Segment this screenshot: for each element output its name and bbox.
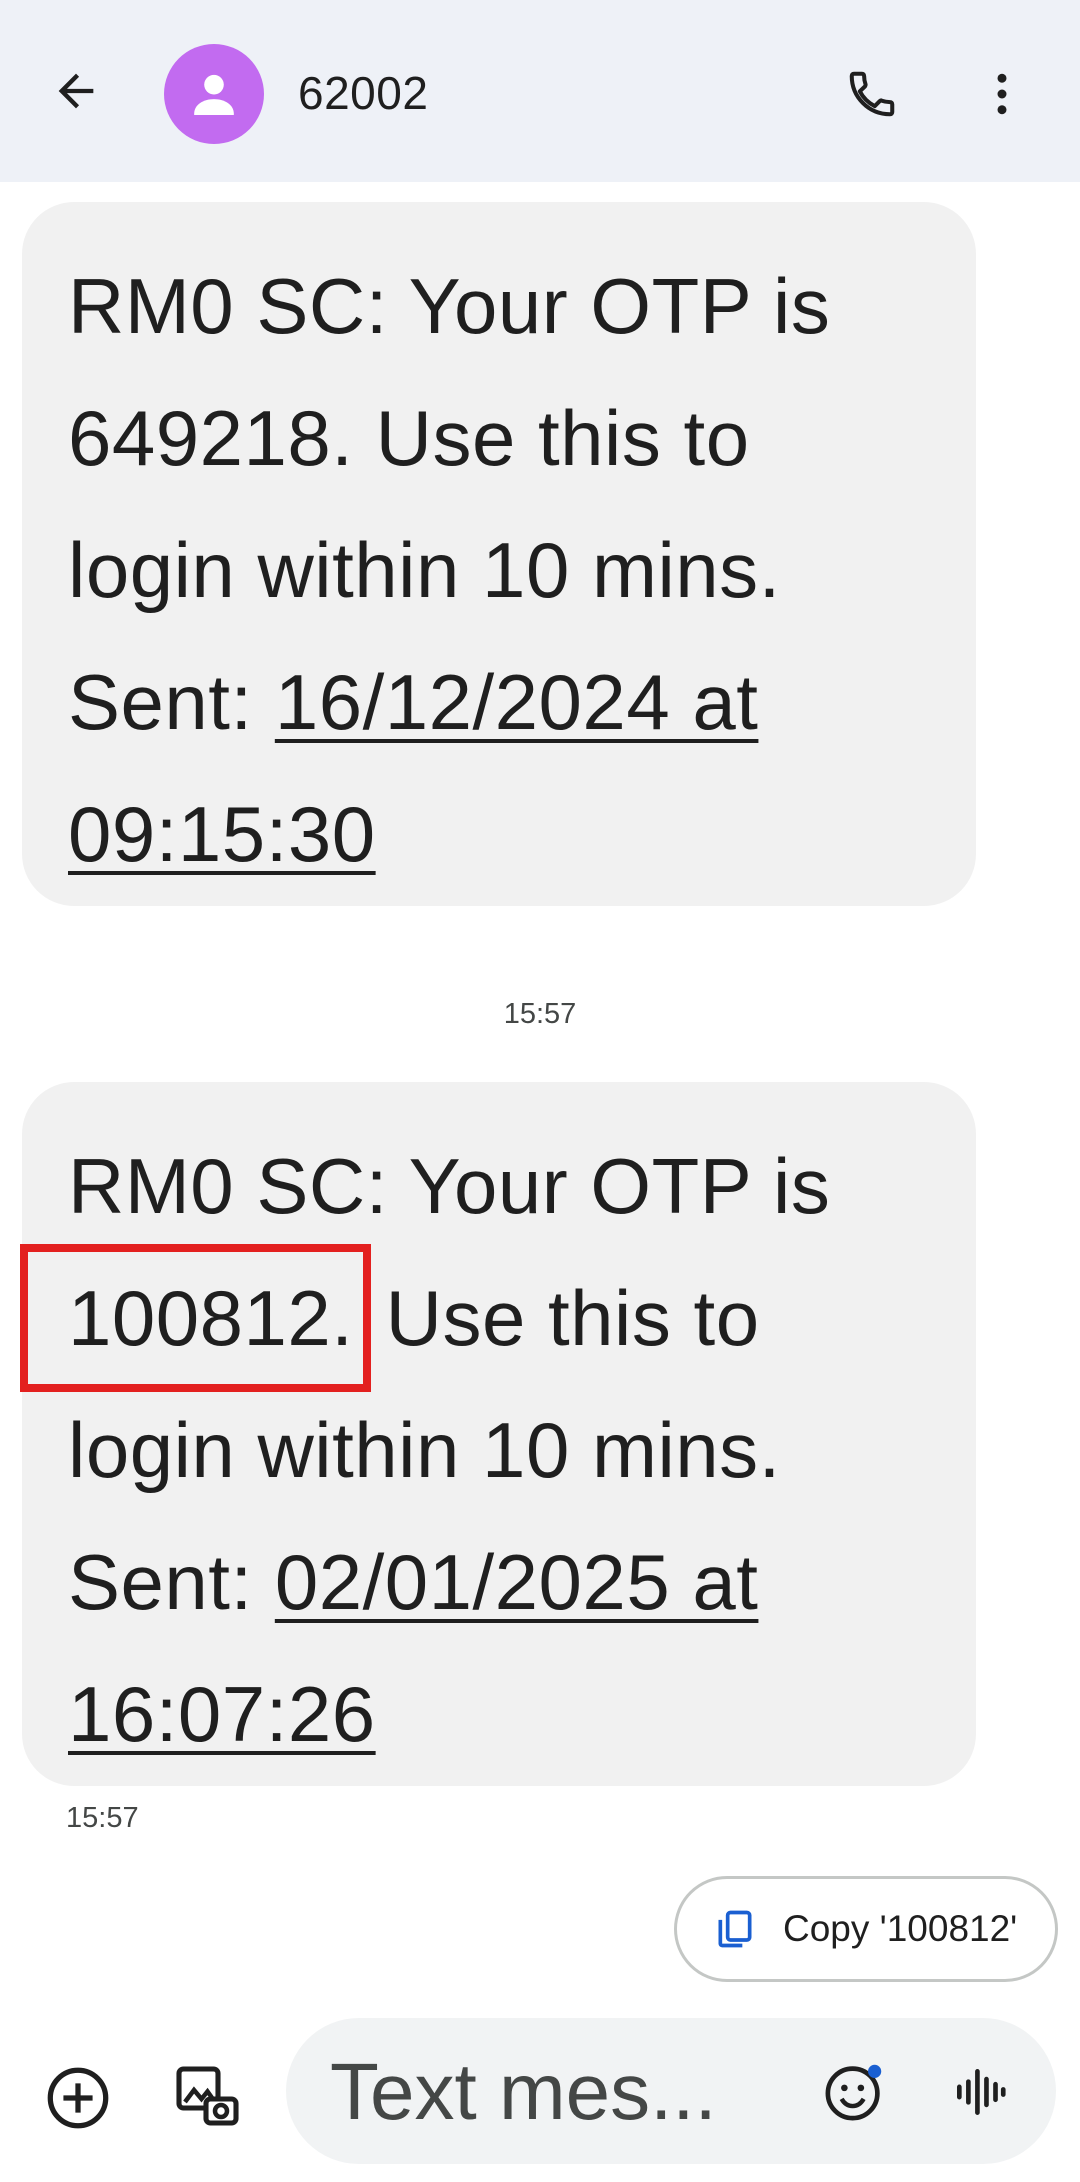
- message-text: RM0 SC: Your OTP is 649218. Use this to …: [68, 240, 932, 900]
- compose-bar: [286, 2018, 1056, 2164]
- copy-otp-chip[interactable]: Copy '100812': [674, 1876, 1058, 1982]
- copy-icon: [718, 1910, 752, 1948]
- person-icon: [194, 74, 234, 115]
- phone-icon: [849, 71, 895, 117]
- message-line: 09:15:30: [68, 768, 932, 900]
- message-line: RM0 SC: Your OTP is: [68, 1142, 831, 1230]
- message-timestamp: 15:57: [66, 1802, 139, 1834]
- message-fragment: Use this to: [353, 394, 750, 482]
- sent-date-link[interactable]: 16/12/2024 at: [275, 658, 759, 746]
- add-circle-icon: [47, 2067, 109, 2129]
- message-line: RM0 SC: Your OTP is: [68, 262, 831, 350]
- more-vertical-icon: [997, 73, 1007, 115]
- message-line: Sent: 02/01/2025 at: [68, 1516, 932, 1648]
- back-button[interactable]: [40, 55, 112, 127]
- avatar[interactable]: [164, 44, 264, 144]
- message-input[interactable]: [330, 2044, 730, 2140]
- message-line: 100812. Use this to: [19, 1244, 932, 1392]
- voice-button[interactable]: [942, 2054, 1018, 2130]
- messages-app: 62002 RM0 SC: Your OTP is 649218. Use th…: [0, 0, 1080, 2182]
- contact-name[interactable]: 62002: [298, 66, 428, 120]
- emoji-icon: [825, 2064, 882, 2121]
- timestamp-divider: 15:57: [503, 998, 577, 1030]
- sent-date-link[interactable]: 02/01/2025 at: [275, 1538, 759, 1626]
- message-line: login within 10 mins.: [68, 526, 781, 614]
- add-attachment-button[interactable]: [40, 2060, 116, 2136]
- top-app-bar: 62002: [0, 0, 1080, 182]
- gallery-icon: [176, 2066, 239, 2126]
- message-line: 649218. Use this to: [68, 372, 932, 504]
- copy-chip-label: Copy '100812': [783, 1908, 1018, 1949]
- sent-time-link[interactable]: 09:15:30: [68, 790, 376, 878]
- message-bubble[interactable]: RM0 SC: Your OTP is 100812. Use this to …: [19, 1082, 976, 1786]
- message-line: Sent: 16/12/2024 at: [68, 636, 932, 768]
- message-text: RM0 SC: Your OTP is 100812. Use this to …: [19, 1120, 932, 1780]
- message-fragment: Use this to: [363, 1274, 760, 1362]
- message-line: 16:07:26: [68, 1648, 932, 1780]
- gallery-button[interactable]: [168, 2058, 244, 2134]
- otp-code-highlighted: 100812.: [19, 1244, 372, 1392]
- call-button[interactable]: [836, 58, 908, 130]
- sent-time-link[interactable]: 16:07:26: [68, 1670, 376, 1758]
- sent-label: Sent:: [68, 1538, 275, 1626]
- arrow-back-icon: [58, 73, 94, 109]
- sent-label: Sent:: [68, 658, 275, 746]
- message-bubble[interactable]: RM0 SC: Your OTP is 649218. Use this to …: [22, 202, 976, 906]
- emoji-button[interactable]: [816, 2054, 892, 2130]
- voice-waveform-icon: [957, 2069, 1006, 2115]
- message-line: login within 10 mins.: [68, 1406, 781, 1494]
- otp-code: 649218.: [68, 394, 354, 482]
- more-options-button[interactable]: [966, 58, 1038, 130]
